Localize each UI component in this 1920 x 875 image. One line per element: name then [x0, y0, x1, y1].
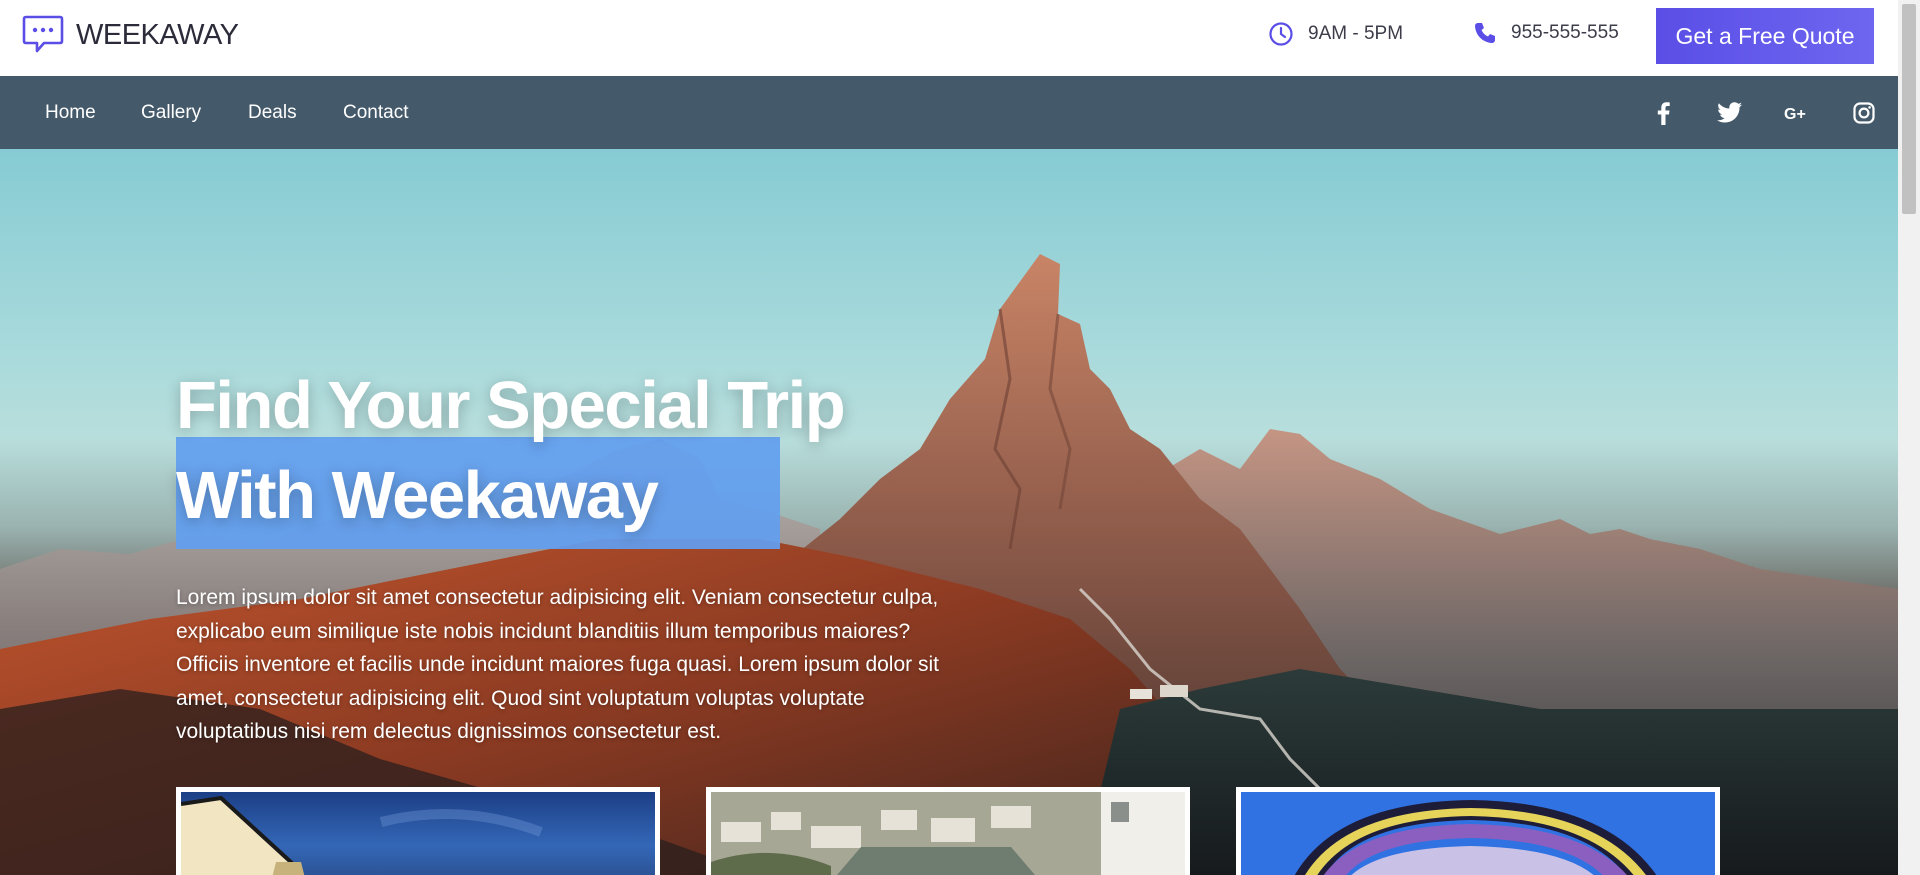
- phone-number[interactable]: 955-555-555: [1473, 21, 1619, 45]
- chat-bubble-icon: [22, 14, 64, 56]
- night-building-photo: [181, 792, 655, 875]
- hours-text: 9AM - 5PM: [1308, 23, 1404, 44]
- deal-card[interactable]: [706, 787, 1190, 875]
- hero-description: Lorem ipsum dolor sit amet consectetur a…: [176, 586, 939, 743]
- phone-icon: [1475, 23, 1495, 43]
- get-quote-button[interactable]: Get a Free Quote: [1656, 8, 1874, 64]
- svg-text:G+: G+: [1784, 106, 1806, 122]
- hero-title-line2: With Weekaway: [176, 458, 659, 533]
- deal-card[interactable]: [176, 787, 660, 875]
- phone-text: 955-555-555: [1511, 22, 1619, 43]
- facebook-icon[interactable]: [1650, 100, 1676, 126]
- nav-item-gallery[interactable]: Gallery: [141, 102, 201, 124]
- deal-card[interactable]: [1236, 787, 1720, 875]
- brand-logo[interactable]: WEEKAWAY: [22, 14, 239, 56]
- nav-item-home[interactable]: Home: [45, 102, 96, 124]
- business-hours: 9AM - 5PM: [1268, 21, 1403, 47]
- instagram-icon[interactable]: [1851, 100, 1877, 126]
- main-navigation: Home Gallery Deals Contact G+: [0, 76, 1898, 149]
- nav-item-deals[interactable]: Deals: [248, 102, 297, 124]
- google-plus-icon[interactable]: G+: [1784, 100, 1810, 126]
- page-scrollbar[interactable]: [1898, 0, 1920, 875]
- hero-section: Find Your Special Trip With Weekaway Lor…: [0, 149, 1898, 875]
- hero-title-line1: Find Your Special Trip: [176, 368, 846, 443]
- twitter-icon[interactable]: [1717, 100, 1743, 126]
- clock-icon: [1269, 22, 1293, 46]
- hillside-town-photo: [711, 792, 1185, 875]
- nav-item-contact[interactable]: Contact: [343, 102, 408, 124]
- paraglider-photo: [1241, 792, 1715, 875]
- scrollbar-thumb[interactable]: [1902, 4, 1916, 214]
- brand-name: WEEKAWAY: [76, 18, 239, 51]
- top-header: WEEKAWAY 9AM - 5PM 955-555-555 Get a Fre…: [0, 0, 1898, 76]
